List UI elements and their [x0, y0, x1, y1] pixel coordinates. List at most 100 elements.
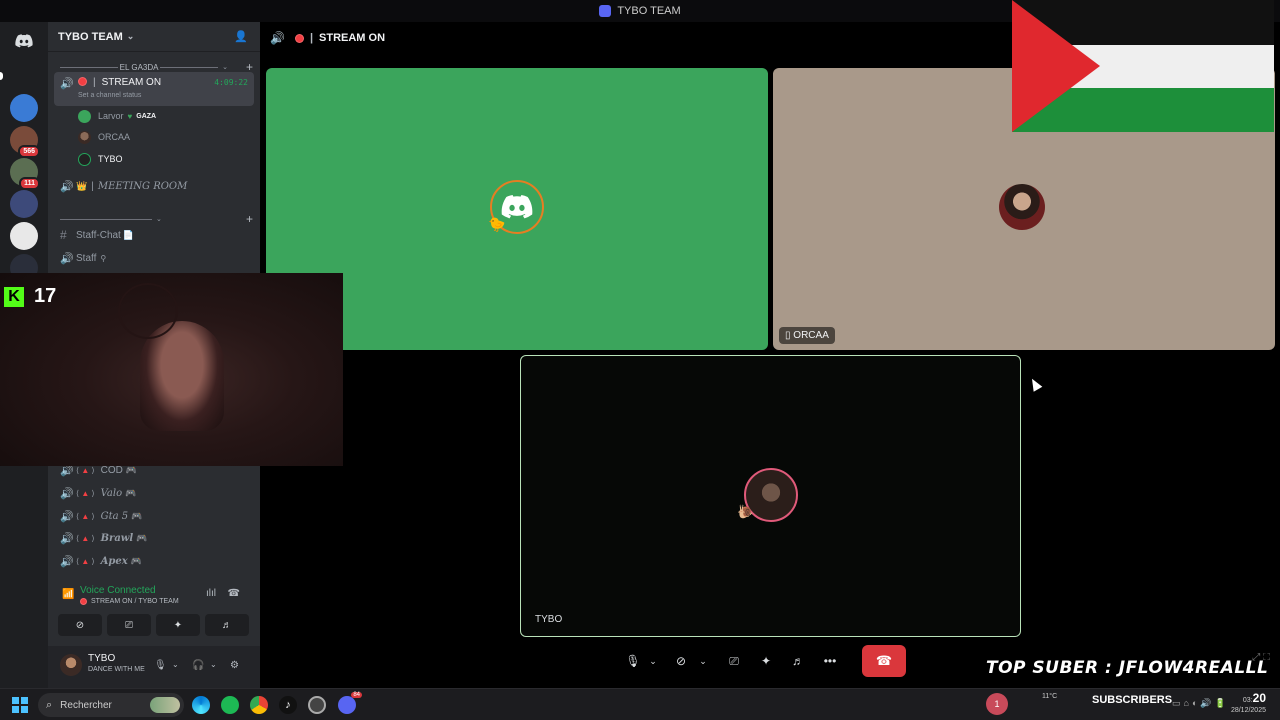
channel-name: Staff-Chat	[76, 229, 121, 241]
weather-widget[interactable]: 11°C	[1042, 693, 1057, 700]
voice-connected-title[interactable]: Voice Connected	[80, 585, 156, 596]
voice-action-buttons: ⊘ ⎚ ✦ ♬	[58, 614, 252, 636]
duck-decoration-icon: 🐤	[488, 216, 506, 232]
spotify-icon[interactable]	[221, 696, 239, 714]
channel-name: Valo	[100, 487, 123, 499]
soundboard-button[interactable]: ♬	[205, 614, 249, 636]
discord-taskbar-icon[interactable]: 84	[338, 692, 362, 714]
soundboard-button[interactable]: ♬	[782, 646, 814, 676]
share-screen-button[interactable]: ⎚	[718, 646, 750, 676]
server-icon[interactable]: 111	[10, 158, 40, 190]
clock-date: 28/12/2025	[1230, 707, 1266, 714]
microphone-icon[interactable]: 🎙	[154, 660, 167, 671]
edge-icon[interactable]	[192, 696, 210, 714]
voice-user-orcaa[interactable]: ORCAA	[78, 127, 130, 147]
activities-button[interactable]: ✦	[750, 646, 782, 676]
avatar	[78, 130, 91, 144]
weather-temp: 11°C	[1042, 693, 1058, 700]
triangle-icon: ⟨ ▲ ⟩	[76, 533, 95, 543]
voice-user-tybo[interactable]: TYBO	[78, 149, 123, 169]
camera-button[interactable]: ⊘	[668, 646, 694, 676]
notification-badge[interactable]: 1	[986, 693, 1008, 715]
discord-badge: 84	[351, 692, 362, 698]
hangup-icon: ☎	[875, 653, 893, 668]
pin-icon: ⚲	[100, 253, 107, 263]
activities-button[interactable]: ✦	[156, 614, 200, 636]
more-options-button[interactable]: •••	[814, 646, 846, 676]
headphones-icon[interactable]: 🎧	[192, 660, 204, 671]
server-icon[interactable]	[10, 222, 38, 250]
viewer-count: 17	[34, 285, 57, 307]
live-dot-icon	[294, 33, 304, 43]
channel-apex[interactable]: 🔊 ⟨ ▲ ⟩ Apex 🎮	[54, 551, 254, 571]
server-icon[interactable]: 566	[10, 126, 40, 158]
window-title: TYBO TEAM	[617, 5, 681, 17]
voice-connected-panel: 📶 Voice Connected STREAM ON / TYBO TEAM …	[56, 580, 252, 642]
channel-staff-chat[interactable]: # Staff-Chat 📄	[54, 225, 254, 245]
windows-start-icon[interactable]	[12, 697, 28, 713]
server-icon[interactable]	[10, 94, 38, 122]
channel-name: STREAM ON	[101, 77, 162, 88]
mouse-cursor-icon	[1027, 376, 1043, 392]
chevron-down-icon[interactable]: ⌄	[172, 660, 179, 669]
mention-badge: 111	[19, 177, 40, 190]
channel-staff[interactable]: 🔊 Staff ⚲	[54, 248, 254, 268]
search-placeholder: Rechercher	[60, 699, 112, 711]
discord-home-icon[interactable]	[10, 27, 38, 55]
avatar[interactable]	[60, 654, 82, 676]
disconnect-icon[interactable]: ☎	[228, 588, 240, 599]
chrome-icon[interactable]	[250, 696, 268, 714]
gamepad-icon: 🎮	[125, 464, 138, 475]
crown-icon: 👑	[76, 180, 88, 191]
camera-options-button[interactable]: ⌄	[694, 646, 712, 676]
call-controls: 🎙 ⌄ ⊘ ⌄ ⎚ ✦ ♬ ••• ☎	[622, 645, 906, 677]
channel-valo[interactable]: 🔊 ⟨ ▲ ⟩ Valo 🎮	[54, 483, 254, 503]
user-name[interactable]: TYBO	[88, 653, 115, 664]
category-staff[interactable]: ⌄ +	[58, 212, 253, 226]
screen-share-icon: ⎚	[125, 619, 133, 631]
camera-off-button[interactable]: ⊘	[58, 614, 102, 636]
kick-logo-icon: K	[4, 286, 24, 307]
taskbar-clock[interactable]: 03:20 28/12/2025	[1230, 692, 1266, 716]
microphone-button[interactable]: 🎙	[622, 646, 644, 676]
obs-icon[interactable]	[308, 696, 326, 714]
share-screen-button[interactable]: ⎚	[107, 614, 151, 636]
disconnect-button[interactable]: ☎	[862, 645, 906, 677]
guild-name: TYBO TEAM	[58, 30, 123, 43]
gear-icon[interactable]: ⚙	[230, 660, 239, 671]
speaker-icon: 🔊	[60, 180, 74, 193]
channel-brawl[interactable]: 🔊 ⟨ ▲ ⟩ Brawl 🎮	[54, 528, 254, 548]
clock-hours: 03:	[1242, 697, 1253, 704]
avatar	[78, 109, 91, 123]
chevron-down-icon: ⌄	[126, 31, 135, 41]
live-dot-icon	[80, 598, 87, 605]
chevron-down-icon[interactable]: ⌄	[210, 660, 217, 669]
server-icon[interactable]	[10, 190, 38, 218]
video-tile-tybo[interactable]: 🐌 TYBO	[520, 355, 1021, 637]
palestine-flag-image	[1012, 0, 1274, 132]
gamepad-icon: 🎮	[130, 555, 142, 566]
avatar	[78, 152, 91, 166]
channel-meeting-room[interactable]: 🔊 👑 | MEETING ROOM	[54, 176, 254, 196]
chevron-down-icon: ⌄	[156, 216, 162, 223]
tiktok-icon[interactable]: ♪	[279, 696, 297, 714]
signal-icon[interactable]: 📶	[62, 589, 74, 601]
channel-gta[interactable]: 🔊 ⟨ ▲ ⟩ Gta 5 🎮	[54, 506, 254, 526]
add-member-icon[interactable]: 👤	[234, 30, 248, 44]
add-channel-icon[interactable]: +	[246, 212, 253, 226]
noise-suppression-icon[interactable]: ılıl	[206, 588, 216, 599]
taskbar-search[interactable]: ⌕ Rechercher	[38, 693, 184, 717]
channel-status-hint[interactable]: Set a channel status	[78, 92, 141, 99]
search-highlight-image	[150, 697, 180, 713]
tray-icons[interactable]: ▭⌂◐🔊🔋	[1172, 698, 1229, 709]
chevron-down-icon: ⌄	[649, 655, 657, 666]
voice-user-larvor[interactable]: Larvor ♥ GAZA	[78, 106, 156, 126]
channel-name: Apex	[100, 555, 128, 567]
mic-options-button[interactable]: ⌄	[644, 646, 662, 676]
speaker-icon: 🔊	[60, 555, 74, 568]
category-divider	[160, 66, 219, 68]
voice-connected-subtitle[interactable]: STREAM ON / TYBO TEAM	[80, 598, 179, 605]
guild-header[interactable]: TYBO TEAM ⌄ 👤	[48, 22, 260, 52]
category-divider	[60, 218, 152, 220]
channel-stream-on[interactable]: 🔊 | STREAM ON 4:09:22 Set a channel stat…	[54, 72, 254, 106]
